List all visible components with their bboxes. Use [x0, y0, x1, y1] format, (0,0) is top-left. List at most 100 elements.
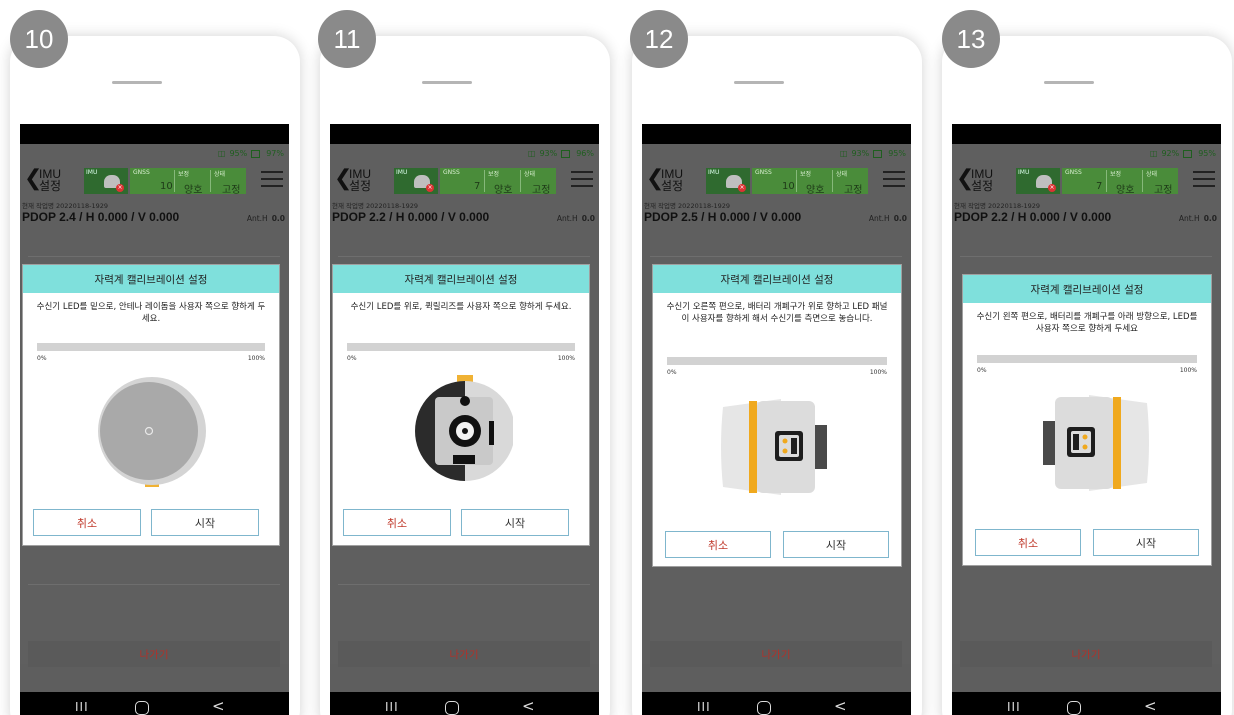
battery-status: ◫ 93% 96%: [528, 149, 594, 158]
android-navbar: III <: [20, 692, 289, 715]
imu-label: IMU: [396, 169, 408, 176]
status-value: 고정: [532, 185, 551, 196]
gnss-count: 7: [1096, 181, 1103, 192]
calibration-dialog: 자력계 캘리브레이션 설정 수신기 LED를 위로, 퀵릴리즈를 사용자 쪽으로…: [332, 264, 590, 546]
battery-status: ◫ 93% 95%: [840, 149, 906, 158]
exit-button[interactable]: 나가기: [28, 641, 280, 667]
battery-status: ◫ 95% 97%: [218, 149, 284, 158]
home-icon[interactable]: [1067, 701, 1081, 715]
receiver-battery-icon: ◫: [527, 149, 536, 158]
cancel-button[interactable]: 취소: [975, 529, 1081, 556]
step-badge: 10: [10, 10, 68, 68]
dialog-title: 자력계 캘리브레이션 설정: [23, 265, 279, 293]
boost-value: 양호: [806, 185, 825, 196]
home-icon[interactable]: [135, 701, 149, 715]
gnss-status-box[interactable]: GNSS 10 보정 양호 상태 고정: [130, 168, 246, 196]
android-navbar: III <: [642, 692, 911, 715]
back-icon[interactable]: <: [834, 697, 847, 715]
imu-status-box[interactable]: IMU ×: [706, 168, 750, 194]
home-icon[interactable]: [445, 701, 459, 715]
back-icon[interactable]: <: [212, 697, 225, 715]
recent-apps-icon[interactable]: III: [697, 700, 711, 714]
cancel-button[interactable]: 취소: [343, 509, 451, 536]
error-x-icon: ×: [116, 184, 124, 192]
page-title: IMU 설정: [971, 167, 994, 193]
progress-bar: [347, 343, 575, 351]
boost-label: 보정: [488, 171, 500, 178]
job-name: 현재 작업명 20220118-1929: [954, 202, 1041, 210]
dialog-message: 수신기 왼쪽 편으로, 배터리를 개폐구를 아래 방향으로, LED를 사용자 …: [976, 312, 1198, 334]
imu-label: IMU: [86, 169, 98, 176]
phone-step-13: ◫ 92% 95% ❮ IMU 설정 IMU × GNSS 7 보정 양호 상태…: [942, 36, 1232, 715]
dialog-title: 자력계 캘리브레이션 설정: [333, 265, 589, 293]
page-title: IMU 설정: [661, 167, 684, 193]
imu-settings-screen: ◫ 92% 95% ❮ IMU 설정 IMU × GNSS 7 보정 양호 상태…: [952, 144, 1221, 667]
boost-label: 보정: [800, 171, 812, 178]
hamburger-menu-icon[interactable]: [261, 171, 283, 187]
dialog-message: 수신기 오른쪽 편으로, 배터리 개폐구가 위로 향하고 LED 패널이 사용자…: [666, 302, 888, 324]
phone-speaker: [112, 81, 162, 84]
cancel-button[interactable]: 취소: [33, 509, 141, 536]
back-icon[interactable]: <: [1144, 697, 1157, 715]
gnss-count: 7: [474, 181, 481, 192]
hamburger-menu-icon[interactable]: [1193, 171, 1215, 187]
progress-bar: [977, 355, 1197, 363]
home-icon[interactable]: [757, 701, 771, 715]
phone-battery-icon: [873, 149, 883, 158]
antenna-height: Ant.H 0.0: [246, 214, 285, 223]
imu-settings-screen: ◫ 93% 95% ❮ IMU 설정 IMU × GNSS 10 보정 양호 상…: [642, 144, 911, 667]
error-x-icon: ×: [426, 184, 434, 192]
receiver-left-side-icon: [1043, 395, 1149, 491]
gnss-status-box[interactable]: GNSS 7 보정 양호 상태 고정: [1062, 168, 1178, 196]
calibration-dialog: 자력계 캘리브레이션 설정 수신기 오른쪽 편으로, 배터리 개폐구가 위로 향…: [652, 264, 902, 567]
job-name: 현재 작업명 20220118-1929: [22, 202, 109, 210]
start-button[interactable]: 시작: [461, 509, 569, 536]
dialog-title: 자력계 캘리브레이션 설정: [963, 275, 1211, 303]
gnss-status-box[interactable]: GNSS 7 보정 양호 상태 고정: [440, 168, 556, 196]
phone-battery-text: 95%: [1198, 149, 1216, 158]
phone-step-10: ◫ 95% 97% ❮ IMU 설정 IMU × GNSS 10 보정 양호 상…: [10, 36, 300, 715]
exit-button[interactable]: 나가기: [960, 641, 1212, 667]
android-navbar: III <: [330, 692, 599, 715]
hamburger-menu-icon[interactable]: [571, 171, 593, 187]
app-header: ❮ IMU 설정 IMU × GNSS 10 보정 양호 상태 고정: [20, 162, 289, 196]
start-button[interactable]: 시작: [151, 509, 259, 536]
dialog-message: 수신기 LED를 위로, 퀵릴리즈를 사용자 쪽으로 향하게 두세요.: [350, 302, 572, 312]
boost-label: 보정: [178, 171, 190, 178]
start-button[interactable]: 시작: [783, 531, 889, 558]
imu-status-box[interactable]: IMU ×: [84, 168, 128, 194]
recent-apps-icon[interactable]: III: [385, 700, 399, 714]
receiver-battery-text: 92%: [1161, 149, 1180, 158]
start-button[interactable]: 시작: [1093, 529, 1199, 556]
exit-button[interactable]: 나가기: [650, 641, 902, 667]
phone-step-12: ◫ 93% 95% ❮ IMU 설정 IMU × GNSS 10 보정 양호 상…: [632, 36, 922, 715]
calibration-dialog: 자력계 캘리브레이션 설정 수신기 LED를 밑으로, 안테나 레이돔을 사용자…: [22, 264, 280, 546]
pdop-readout: PDOP 2.2 / H 0.000 / V 0.000: [954, 210, 1112, 224]
gnss-count: 10: [782, 181, 795, 192]
imu-settings-screen: ◫ 93% 96% ❮ IMU 설정 IMU × GNSS 7 보정 양호 상태…: [330, 144, 599, 667]
status-bar: [642, 124, 911, 144]
error-x-icon: ×: [1048, 184, 1056, 192]
status-label: 상태: [836, 171, 848, 178]
dialog-message: 수신기 LED를 밑으로, 안테나 레이돔을 사용자 쪽으로 향하게 두세요.: [36, 302, 266, 324]
hamburger-menu-icon[interactable]: [883, 171, 905, 187]
cancel-button[interactable]: 취소: [665, 531, 771, 558]
gnss-label: GNSS: [443, 169, 460, 176]
gnss-label: GNSS: [755, 169, 772, 176]
app-header: ❮ IMU 설정 IMU × GNSS 7 보정 양호 상태 고정: [330, 162, 599, 196]
imu-status-box[interactable]: IMU ×: [1016, 168, 1060, 194]
gnss-count: 10: [160, 181, 173, 192]
recent-apps-icon[interactable]: III: [75, 700, 89, 714]
receiver-right-side-icon: [721, 399, 827, 495]
gnss-label: GNSS: [1065, 169, 1082, 176]
phone-battery-text: 96%: [576, 149, 594, 158]
recent-apps-icon[interactable]: III: [1007, 700, 1021, 714]
receiver-battery-text: 93%: [851, 149, 870, 158]
imu-label: IMU: [1018, 169, 1030, 176]
exit-button[interactable]: 나가기: [338, 641, 590, 667]
back-icon[interactable]: <: [522, 697, 535, 715]
boost-value: 양호: [184, 185, 203, 196]
gnss-status-box[interactable]: GNSS 10 보정 양호 상태 고정: [752, 168, 868, 196]
pdop-readout: PDOP 2.4 / H 0.000 / V 0.000: [22, 210, 180, 224]
imu-status-box[interactable]: IMU ×: [394, 168, 438, 194]
